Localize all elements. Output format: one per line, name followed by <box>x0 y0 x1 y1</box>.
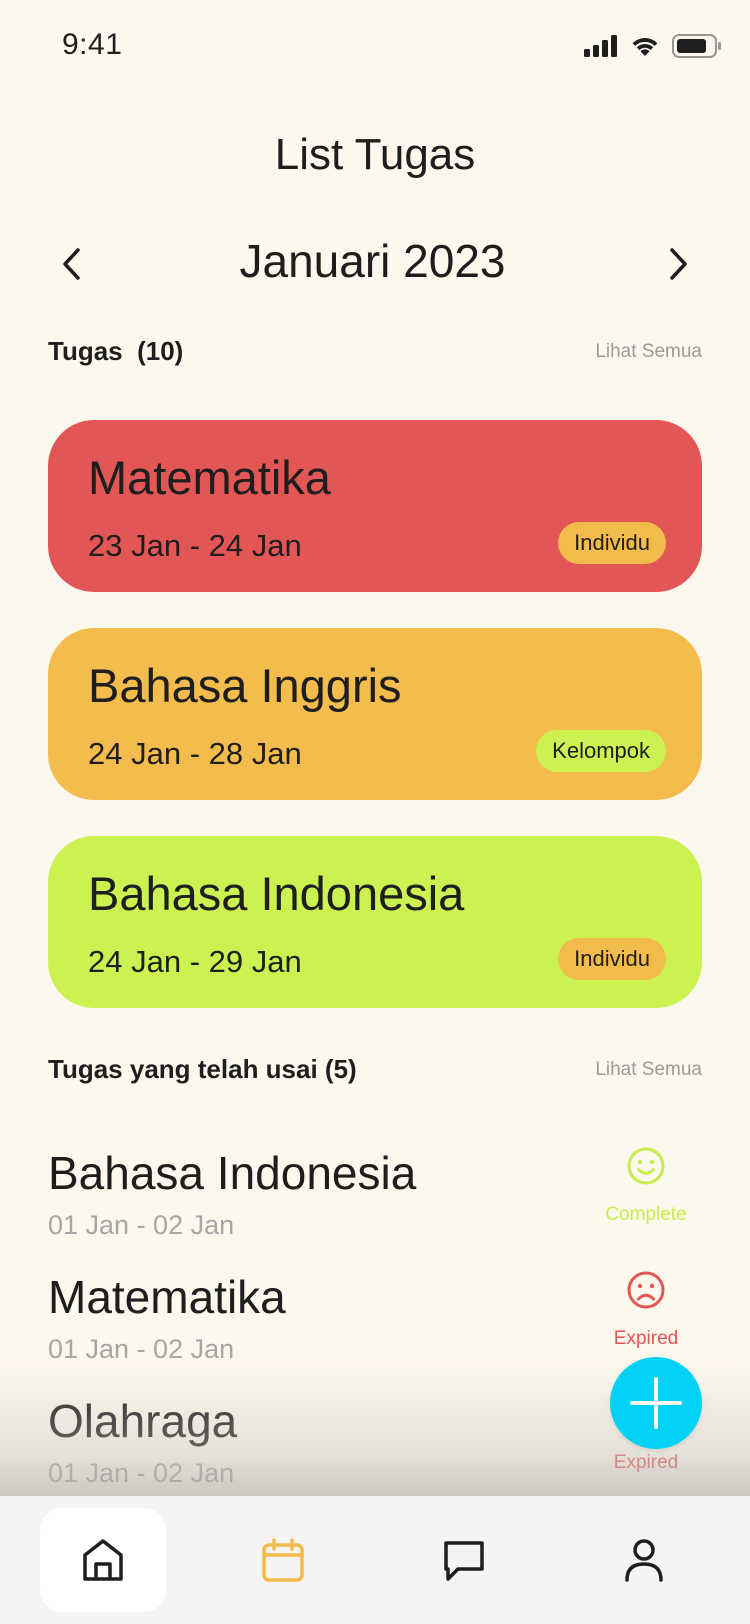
frown-icon <box>627 1271 665 1309</box>
nav-calendar[interactable] <box>220 1508 346 1612</box>
task-card[interactable]: Bahasa Inggris 24 Jan - 28 Jan Kelompok <box>48 628 702 800</box>
home-icon <box>83 1539 123 1581</box>
battery-icon <box>672 34 721 58</box>
task-type-badge: Individu <box>558 522 666 564</box>
completed-task-item[interactable]: Matematika 01 Jan - 02 Jan Expired <box>48 1270 702 1380</box>
status-label: Expired <box>613 1452 679 1473</box>
chat-icon <box>444 1541 484 1581</box>
completed-task-status: Complete <box>596 1146 696 1226</box>
status-label: Complete <box>605 1204 687 1225</box>
status-icons <box>584 34 722 58</box>
cellular-signal-icon <box>584 35 617 57</box>
screen: 9:41 List Tugas Januari 2023 Tugas (10) … <box>0 0 750 1624</box>
task-card[interactable]: Bahasa Indonesia 24 Jan - 29 Jan Individ… <box>48 836 702 1008</box>
see-all-tasks-link[interactable]: Lihat Semua <box>595 341 702 363</box>
profile-icon <box>625 1539 663 1582</box>
task-name: Bahasa Inggris <box>88 659 402 712</box>
completed-task-item[interactable]: Bahasa Indonesia 01 Jan - 02 Jan Complet… <box>48 1146 702 1256</box>
completed-task-dates: 01 Jan - 02 Jan <box>48 1210 235 1240</box>
task-name: Matematika <box>88 451 331 504</box>
completed-section-header: Tugas yang telah usai (5) Lihat Semua <box>48 1054 702 1085</box>
status-time: 9:41 <box>62 28 123 61</box>
tasks-section-title: Tugas (10) <box>48 336 184 366</box>
task-dates: 23 Jan - 24 Jan <box>88 528 302 563</box>
wifi-icon <box>632 38 658 56</box>
month-label: Januari 2023 <box>239 235 506 287</box>
smile-icon <box>627 1147 665 1185</box>
next-month-button[interactable] <box>656 242 700 286</box>
completed-task-name: Bahasa Indonesia <box>48 1147 417 1199</box>
month-navigator: Januari 2023 <box>0 228 750 298</box>
task-card[interactable]: Matematika 23 Jan - 24 Jan Individu <box>48 420 702 592</box>
completed-task-name: Matematika <box>48 1271 286 1323</box>
chevron-right-icon <box>670 248 687 280</box>
task-dates: 24 Jan - 29 Jan <box>88 944 302 979</box>
add-task-button[interactable] <box>610 1357 702 1449</box>
tasks-section-header: Tugas (10) Lihat Semua <box>48 336 702 367</box>
task-name: Bahasa Indonesia <box>88 867 465 920</box>
nav-profile[interactable] <box>581 1508 707 1612</box>
completed-task-item[interactable]: Olahraga 01 Jan - 02 Jan Expired <box>48 1394 702 1504</box>
nav-chat[interactable] <box>401 1508 527 1612</box>
completed-section-title: Tugas yang telah usai (5) <box>48 1054 357 1084</box>
completed-task-status: Expired <box>596 1270 696 1350</box>
nav-home[interactable] <box>40 1508 166 1612</box>
calendar-icon <box>262 1538 304 1582</box>
bottom-nav <box>0 1496 750 1624</box>
completed-task-dates: 01 Jan - 02 Jan <box>48 1458 235 1488</box>
task-type-badge: Kelompok <box>536 730 666 772</box>
task-type-badge: Individu <box>558 938 666 980</box>
task-dates: 24 Jan - 28 Jan <box>88 736 302 771</box>
completed-task-dates: 01 Jan - 02 Jan <box>48 1334 235 1364</box>
completed-task-name: Olahraga <box>48 1395 238 1447</box>
status-label: Expired <box>613 1328 679 1349</box>
plus-icon <box>630 1377 682 1429</box>
see-all-completed-link[interactable]: Lihat Semua <box>595 1059 702 1081</box>
page-title: List Tugas <box>274 130 476 179</box>
